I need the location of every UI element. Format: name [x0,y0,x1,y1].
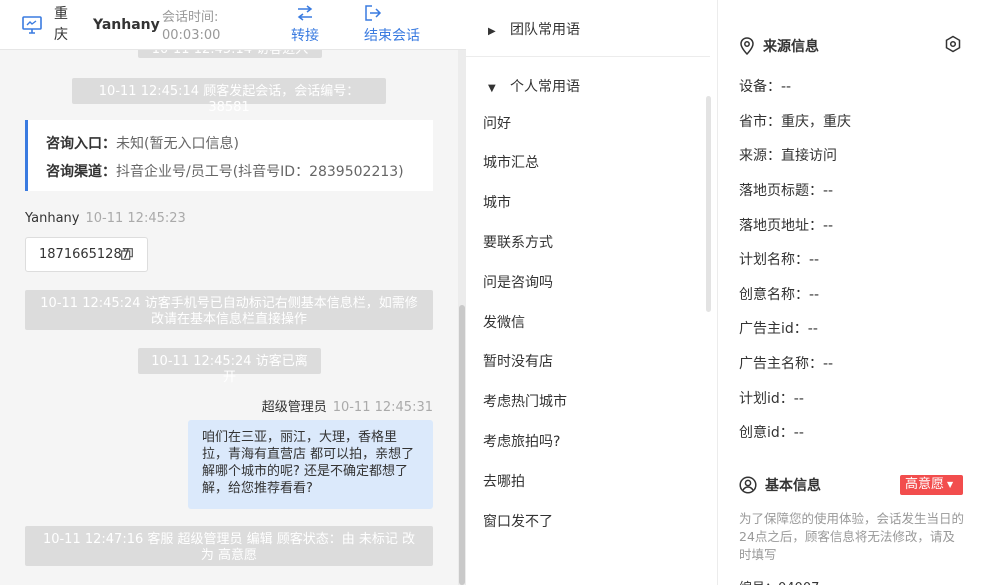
source-info-title: 来源信息 [739,36,819,56]
chat-header: 重庆 Yanhany 会话时间: 00:03:00 转接 结束会话 [0,0,466,50]
caret-down-icon: ▼ [488,83,496,94]
phrase-item[interactable]: 去哪拍 [483,467,703,497]
consult-channel-row: 咨询渠道：抖音企业号/员工号(抖音号ID：2839502213) [46,158,433,186]
info-row-advertiser-name: 广告主名称：-- [739,356,834,372]
location-pin-icon [740,37,754,56]
phrase-item[interactable]: 城市汇总 [483,148,703,178]
end-session-button[interactable]: 结束会话 [362,5,422,45]
info-row-device: 设备：-- [739,79,792,95]
chat-scrollbar-thumb[interactable] [459,305,465,585]
phrase-item[interactable]: 考虑旅拍吗? [483,427,703,457]
visitor-message-bubble: 18716651287 [25,237,148,272]
phrase-item[interactable]: 问好 [483,109,703,139]
visitor-message-text: 18716651287 [39,247,130,262]
consult-channel-value: 抖音企业号/员工号(抖音号ID：2839502213) [116,164,404,180]
consult-channel-key: 咨询渠道： [46,164,116,180]
divider [466,56,710,57]
settings-hex-icon[interactable] [944,35,962,53]
consult-entry-row: 咨询入口：未知(暂无入口信息) [46,130,433,158]
user-icon [739,476,757,494]
personal-phrases-group[interactable]: ▼ 个人常用语 [488,76,580,96]
info-row-plan-name: 计划名称：-- [739,252,820,268]
info-row-creative-id: 创意id：-- [739,425,804,441]
visitor-message-sender: Yanhany [25,211,80,226]
quick-phrases-panel: ▶ 团队常用语 ▼ 个人常用语 问好 城市汇总 城市 要联系方式 问是咨询吗 发微信… [466,0,718,585]
monitor-icon [22,16,42,34]
team-phrases-group[interactable]: ▶ 团队常用语 [488,19,580,39]
agent-message-bubble: 咱们在三亚，丽江，大理，香格里拉，青海有直营店 都可以拍，亲想了解哪个城市的呢?… [188,420,433,509]
visitor-name: Yanhany [93,17,160,33]
system-message-phone-marked: 10-11 12:45:24 访客手机号已自动标记右侧基本信息栏，如需修改请在基… [25,290,433,330]
basic-info-title: 基本信息 [739,475,821,495]
visitor-message-time: 10-11 12:45:23 [85,211,186,226]
copy-icon[interactable] [121,248,133,260]
app-window: 重庆 Yanhany 会话时间: 00:03:00 转接 结束会话 10-11 [0,0,986,585]
chat-panel: 重庆 Yanhany 会话时间: 00:03:00 转接 结束会话 10-11 [0,0,466,585]
exit-icon [365,5,382,21]
info-row-number: 编号：04007 [739,577,819,585]
system-message-session-start: 10-11 12:45:14 顾客发起会话，会话编号：38581 [72,78,386,115]
consult-info-card: 咨询入口：未知(暂无入口信息) 咨询渠道：抖音企业号/员工号(抖音号ID：283… [25,120,433,191]
info-row-creative-name: 创意名称：-- [739,287,820,303]
caret-right-icon: ▶ [488,26,496,37]
transfer-button[interactable]: 转接 [288,5,322,45]
visitor-message-meta: Yanhany 10-11 12:45:23 [25,211,186,226]
system-message-status-change: 10-11 12:47:16 客服 超级管理员 编辑 顾客状态：由 未标记 改为… [25,526,433,566]
agent-message-sender: 超级管理员 [261,400,327,415]
visitor-info-panel: 来源信息 设备：-- 省市：重庆，重庆 来源：直接访问 落地页标题：-- 落地页… [718,0,986,585]
info-row-plan-id: 计划id：-- [739,391,804,407]
end-session-label: 结束会话 [364,28,420,44]
info-row-source: 来源：直接访问 [739,148,837,164]
agent-message-meta: 超级管理员 10-11 12:45:31 [262,396,433,415]
system-message-visitor-left: 10-11 12:45:24 访客已离开 [138,348,321,385]
basic-info-note: 为了保障您的使用体验，会话发生当日的24点之后，顾客信息将无法修改，请及时填写 [739,511,965,562]
transfer-label: 转接 [291,28,319,44]
intent-status-value: 高意愿 [905,477,945,492]
consult-entry-key: 咨询入口： [46,136,116,152]
phrase-item[interactable]: 要联系方式 [483,228,703,258]
info-row-advertiser-id: 广告主id：-- [739,321,818,337]
message-list[interactable]: 10-11 12:45:14 访客进入 10-11 12:45:14 顾客发起会… [0,36,458,585]
transfer-icon [297,5,313,21]
phrase-item[interactable]: 考虑热门城市 [483,387,703,417]
caret-down-icon: ▼ [947,480,954,489]
session-time-value: 00:03:00 [162,28,221,43]
phrase-item[interactable]: 发微信 [483,308,703,338]
visitor-city: 重庆 [54,6,68,43]
intent-status-dropdown[interactable]: 高意愿 ▼ [900,475,963,495]
agent-message-time: 10-11 12:45:31 [332,400,433,415]
info-row-province-city: 省市：重庆，重庆 [739,114,851,130]
chat-scrollbar[interactable] [458,50,466,585]
phrases-scrollbar[interactable] [706,96,711,312]
phrase-item[interactable]: 窗口发不了 [483,507,703,537]
phrase-item[interactable]: 问是咨询吗 [483,268,703,298]
basic-info-label: 基本信息 [765,478,821,494]
team-phrases-label: 团队常用语 [510,22,580,38]
personal-phrases-label: 个人常用语 [510,79,580,95]
session-time-label: 会话时间: [162,10,219,25]
info-row-landing-title: 落地页标题：-- [739,183,834,199]
consult-entry-value: 未知(暂无入口信息) [116,136,239,152]
phrase-item[interactable]: 暂时没有店 [483,347,703,377]
info-row-landing-url: 落地页地址：-- [739,218,834,234]
phrase-item[interactable]: 城市 [483,188,703,218]
source-info-label: 来源信息 [763,39,819,55]
